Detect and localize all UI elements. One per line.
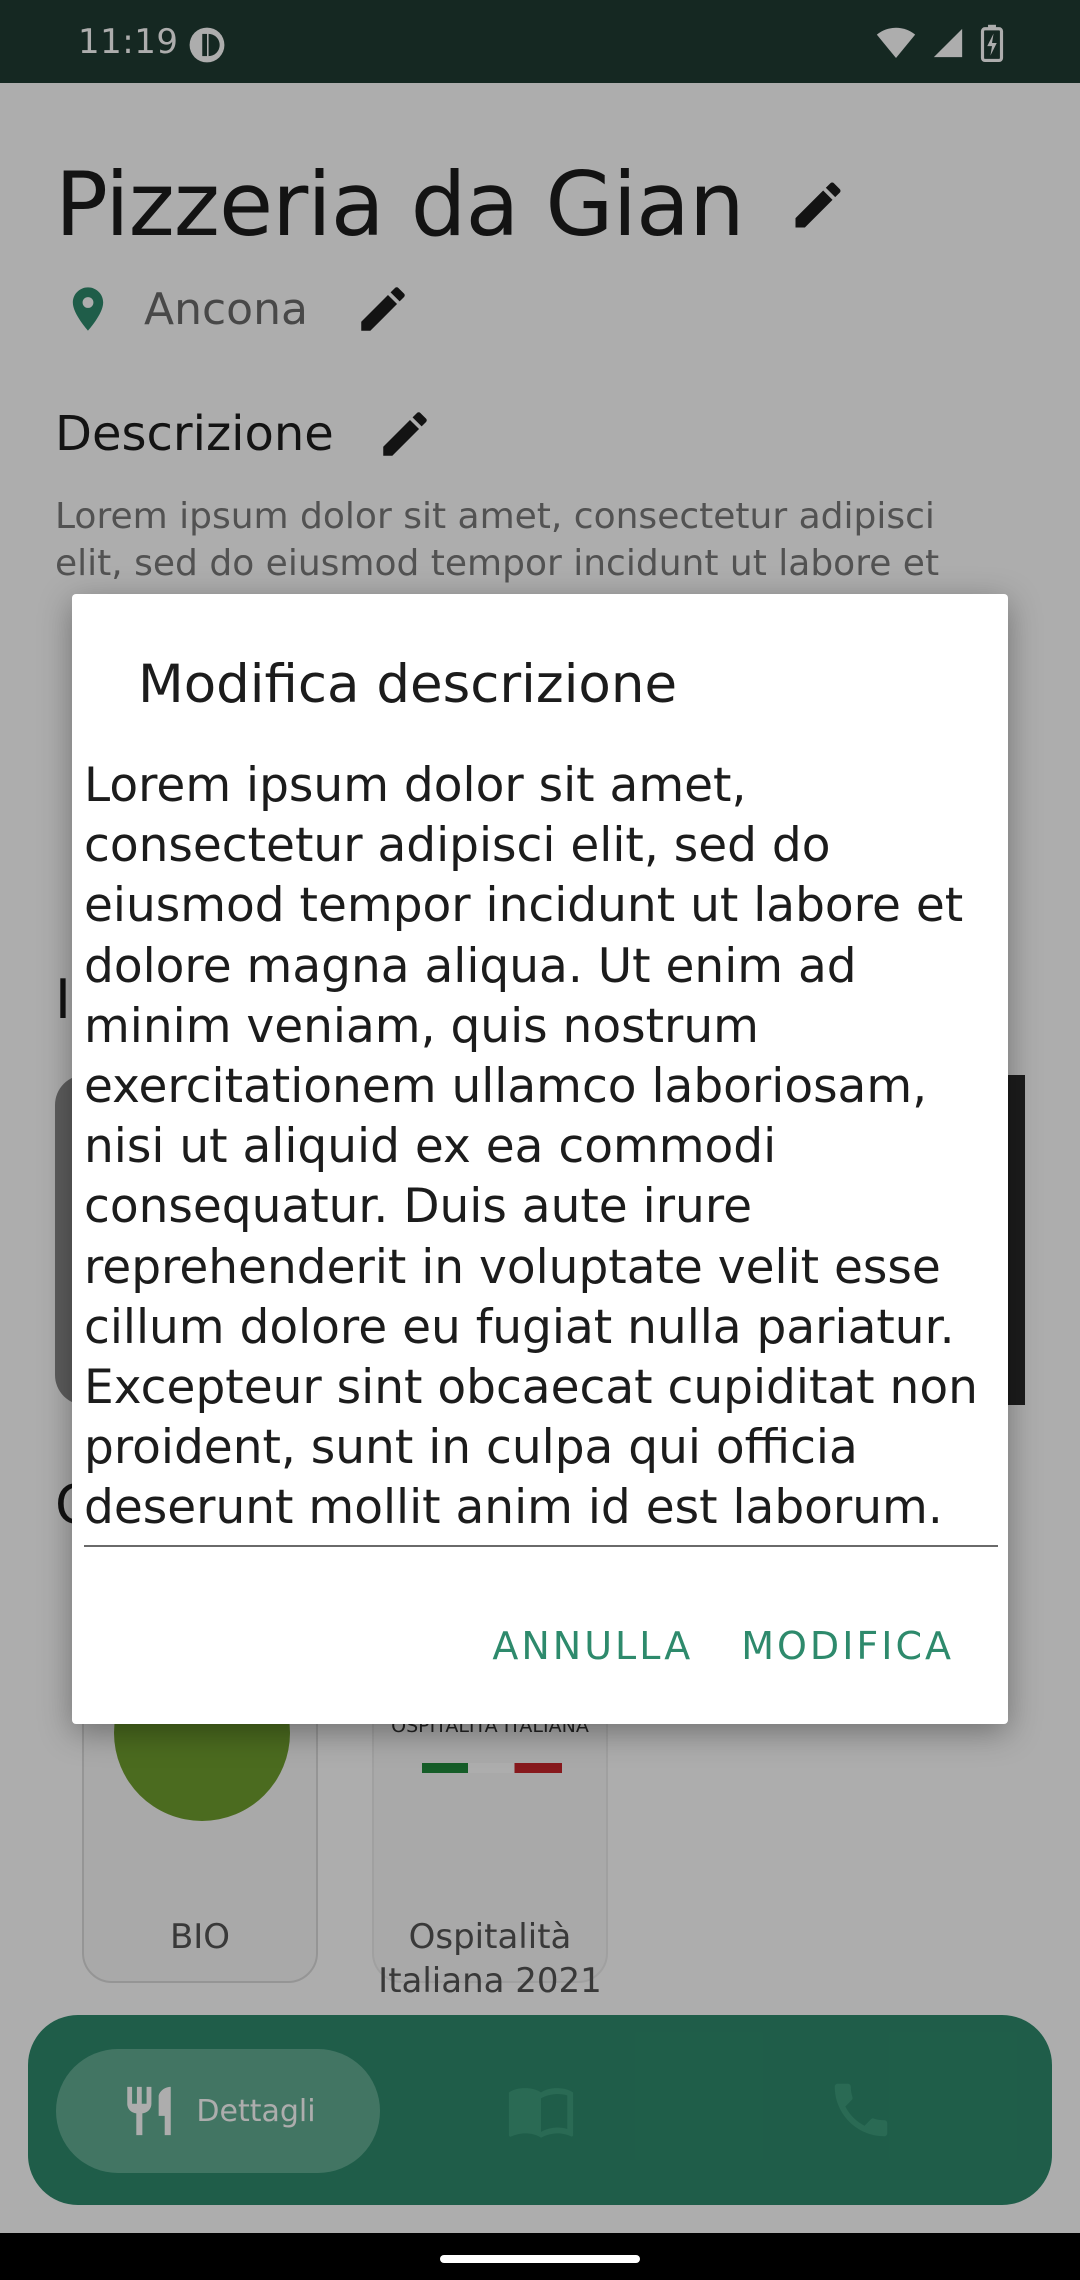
dialog-actions: ANNULLA MODIFICA (492, 1624, 954, 1668)
input-underline (84, 1545, 998, 1547)
confirm-edit-button[interactable]: MODIFICA (741, 1624, 954, 1668)
home-gesture-handle[interactable] (440, 2255, 640, 2263)
dialog-title: Modifica descrizione (138, 654, 678, 715)
edit-description-dialog: Modifica descrizione Lorem ipsum dolor s… (72, 594, 1008, 1724)
cancel-button[interactable]: ANNULLA (492, 1624, 693, 1668)
description-input[interactable]: Lorem ipsum dolor sit amet, consectetur … (84, 756, 998, 1539)
